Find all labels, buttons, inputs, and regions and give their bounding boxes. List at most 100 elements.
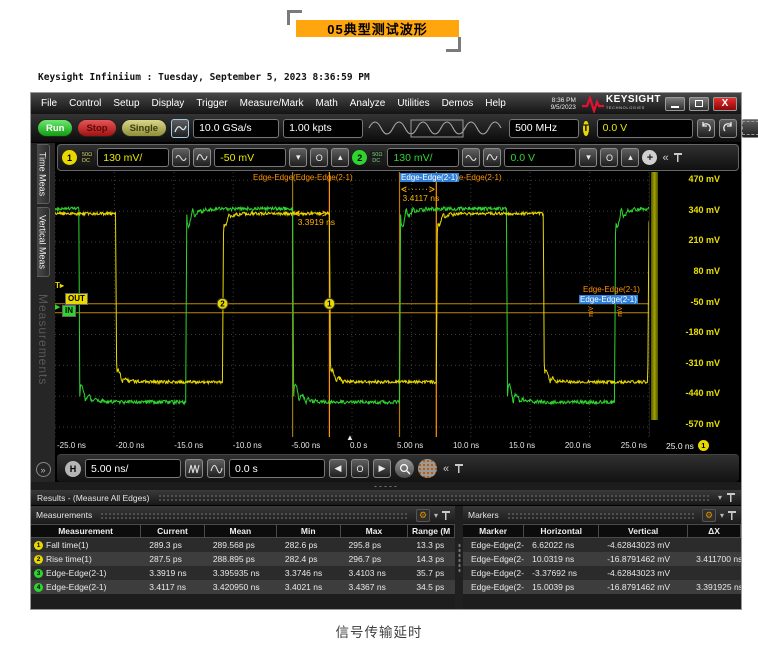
single-button[interactable]: Single <box>121 119 168 137</box>
trigger-level-marker[interactable]: T▸ <box>55 281 64 290</box>
measurement-row[interactable]: 3Edge-Edge(2-1) 3.3919 ns 3.395935 ns 3.… <box>31 566 455 580</box>
trigger-position-icon[interactable]: ▲ <box>346 433 354 442</box>
pin-icon[interactable] <box>455 464 463 473</box>
channel1-scale-field[interactable]: 130 mV/ <box>97 148 169 167</box>
undo-button[interactable] <box>697 119 715 138</box>
dropdown-icon[interactable]: ▾ <box>720 511 724 520</box>
marker-row[interactable]: Edge-Edge(2-1) 15.0039 ps -16.8791462 mV… <box>463 580 741 594</box>
measurement-row[interactable]: 4Edge-Edge(2-1) 3.4117 ns 3.420950 ns 3.… <box>31 580 455 594</box>
settings-button[interactable]: ⚙ <box>702 509 716 522</box>
bandwidth-field[interactable]: 500 MHz <box>509 119 579 138</box>
timebase-scale-field[interactable]: 5.00 ns/ <box>85 459 181 478</box>
markers-header[interactable]: Markers ⚙ ▾ <box>463 506 741 524</box>
horizontal-splitter[interactable] <box>31 482 741 490</box>
channel2-scale-field[interactable]: 130 mV/ <box>387 148 459 167</box>
pin-icon[interactable] <box>728 511 736 520</box>
channel1-scale-down-button[interactable] <box>172 148 190 167</box>
selected-label[interactable]: Edge-Edge(2-1) <box>579 295 638 304</box>
channel2-offset-down-button[interactable]: ▾ <box>579 148 597 167</box>
horizontal-badge[interactable]: H <box>65 461 81 477</box>
measurement-row[interactable]: 1Fall time(1) 289.3 ps 289.568 ps 282.6 … <box>31 538 455 552</box>
channel1-scale-up-button[interactable] <box>193 148 211 167</box>
zoom-mode-button[interactable] <box>395 459 414 478</box>
trigger-badge[interactable]: T <box>583 121 589 136</box>
vertical-splitter[interactable] <box>455 506 463 609</box>
menu-item-7[interactable]: Analyze <box>344 98 392 109</box>
memory-depth-field[interactable]: 1.00 kpts <box>283 119 363 138</box>
channel2-badge[interactable]: 2 <box>352 150 367 165</box>
channel2-scale-down-button[interactable] <box>462 148 480 167</box>
close-button[interactable]: X <box>713 97 737 111</box>
edge-measure-label-selected[interactable]: Edge-Edge(2-1)e-Edge(2-1) <box>400 173 502 182</box>
marker-row[interactable]: Edge-Edge(2-1) 10.0319 ns -16.8791462 mV… <box>463 552 741 566</box>
channel1-coupling[interactable]: 50Ω DC <box>80 151 94 165</box>
menu-item-8[interactable]: Utilities <box>391 98 435 109</box>
edge-marker-label[interactable]: Edge-Edge(2-1) <box>583 285 640 294</box>
edge-marker-label-selected[interactable]: Edge-Edge(2-1) <box>579 295 638 304</box>
tab-vertical-meas[interactable]: Vertical Meas <box>37 207 50 277</box>
waveform-display[interactable]: 213.3919 ns3.4117 ns Edge-Edge(Edge-Edge… <box>55 172 649 437</box>
collapse-icon[interactable]: « <box>660 152 670 164</box>
channel1-offset-field[interactable]: -50 mV <box>214 148 286 167</box>
cell-horizontal: 6.62022 ns <box>524 540 599 550</box>
position-left-button[interactable]: ◀ <box>329 459 347 478</box>
position-zero-button[interactable]: O <box>351 459 369 478</box>
minimize-button[interactable] <box>665 97 685 111</box>
menu-item-6[interactable]: Math <box>310 98 344 109</box>
menu-item-2[interactable]: Setup <box>107 98 145 109</box>
menu-item-1[interactable]: Control <box>63 98 107 109</box>
channel1-badge[interactable]: 1 <box>62 150 77 165</box>
marker-row[interactable]: Edge-Edge(2-1) -3.37692 ns -4.62843023 m… <box>463 566 741 580</box>
pin-icon[interactable] <box>442 511 450 520</box>
channel1-offset-up-button[interactable]: ▴ <box>331 148 349 167</box>
tab-time-meas[interactable]: Time Meas <box>37 144 50 204</box>
menu-item-5[interactable]: Measure/Mark <box>234 98 310 109</box>
channel1-scale-bar[interactable] <box>651 172 658 420</box>
add-channel-button[interactable]: + <box>642 150 657 165</box>
dropdown-icon[interactable]: ▾ <box>434 511 438 520</box>
acquisition-mode-button[interactable] <box>171 119 189 138</box>
timebase-zoom-in-button[interactable] <box>207 459 225 478</box>
timebase-zoom-out-button[interactable] <box>185 459 203 478</box>
trigger-level-field[interactable]: 0.0 V <box>597 119 693 138</box>
edge-measure-label[interactable]: Edge-Edge(Edge-Edge(2-1) <box>253 173 353 182</box>
settings-button[interactable]: ⚙ <box>416 509 430 522</box>
horizontal-position-field[interactable]: 0.0 s <box>229 459 325 478</box>
results-bar[interactable]: Results - (Measure All Edges) ▾ <box>31 490 741 506</box>
channel2-scale-up-button[interactable] <box>483 148 501 167</box>
redo-button[interactable] <box>719 119 737 138</box>
acquisition-wave-icon[interactable] <box>367 118 505 139</box>
menu-item-3[interactable]: Display <box>146 98 191 109</box>
position-right-button[interactable]: ▶ <box>373 459 391 478</box>
region-select-button[interactable] <box>741 119 758 138</box>
channel2-offset-zero-button[interactable]: O <box>600 148 618 167</box>
stop-button[interactable]: Stop <box>77 119 116 137</box>
selected-label[interactable]: Edge-Edge(2-1) <box>400 173 459 182</box>
menu-item-9[interactable]: Demos <box>436 98 480 109</box>
channel1-reference-badge[interactable]: 1 <box>698 440 709 451</box>
pin-icon[interactable] <box>674 153 682 162</box>
channel1-offset-zero-button[interactable]: O <box>310 148 328 167</box>
measurement-row[interactable]: 2Rise time(1) 287.5 ps 288.895 ps 282.4 … <box>31 552 455 566</box>
run-button[interactable]: Run <box>37 119 73 137</box>
out-signal-tag[interactable]: OUT <box>65 293 88 305</box>
sample-rate-field[interactable]: 10.0 GSa/s <box>193 119 279 138</box>
in-signal-tag[interactable]: IN <box>62 305 76 317</box>
voltage-tick-3: 80 mV <box>662 267 720 276</box>
menu-item-4[interactable]: Trigger <box>190 98 233 109</box>
display-mode-button[interactable] <box>418 459 437 478</box>
channel2-offset-field[interactable]: 0.0 V <box>504 148 576 167</box>
channel2-coupling[interactable]: 50Ω DC <box>370 151 384 165</box>
marker-row[interactable]: Edge-Edge(2-1) 6.62022 ns -4.62843023 mV <box>463 538 741 552</box>
collapse-icon[interactable]: « <box>441 463 451 475</box>
dropdown-icon[interactable]: ▾ <box>718 493 722 502</box>
maximize-button[interactable] <box>689 97 709 111</box>
channel2-offset-up-button[interactable]: ▴ <box>621 148 639 167</box>
measurements-header[interactable]: Measurements ⚙ ▾ <box>31 506 455 524</box>
sidebar-expand-button[interactable]: » <box>36 462 51 477</box>
channel2-ground-marker[interactable]: ▶ <box>55 303 60 311</box>
channel1-offset-down-button[interactable]: ▾ <box>289 148 307 167</box>
pin-icon[interactable] <box>727 493 735 502</box>
menu-item-0[interactable]: File <box>35 98 63 109</box>
menu-item-10[interactable]: Help <box>479 98 512 109</box>
